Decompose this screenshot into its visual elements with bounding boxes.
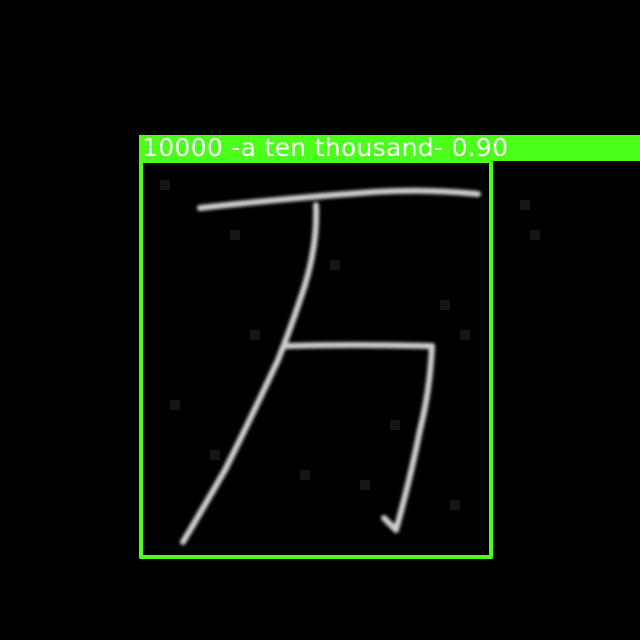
detection-label: 10000 -a ten thousand- 0.90: [139, 135, 640, 161]
detection-bounding-box: [139, 159, 493, 559]
detection-label-text: 10000 -a ten thousand- 0.90: [142, 135, 509, 161]
image-canvas: 10000 -a ten thousand- 0.90: [0, 0, 640, 640]
